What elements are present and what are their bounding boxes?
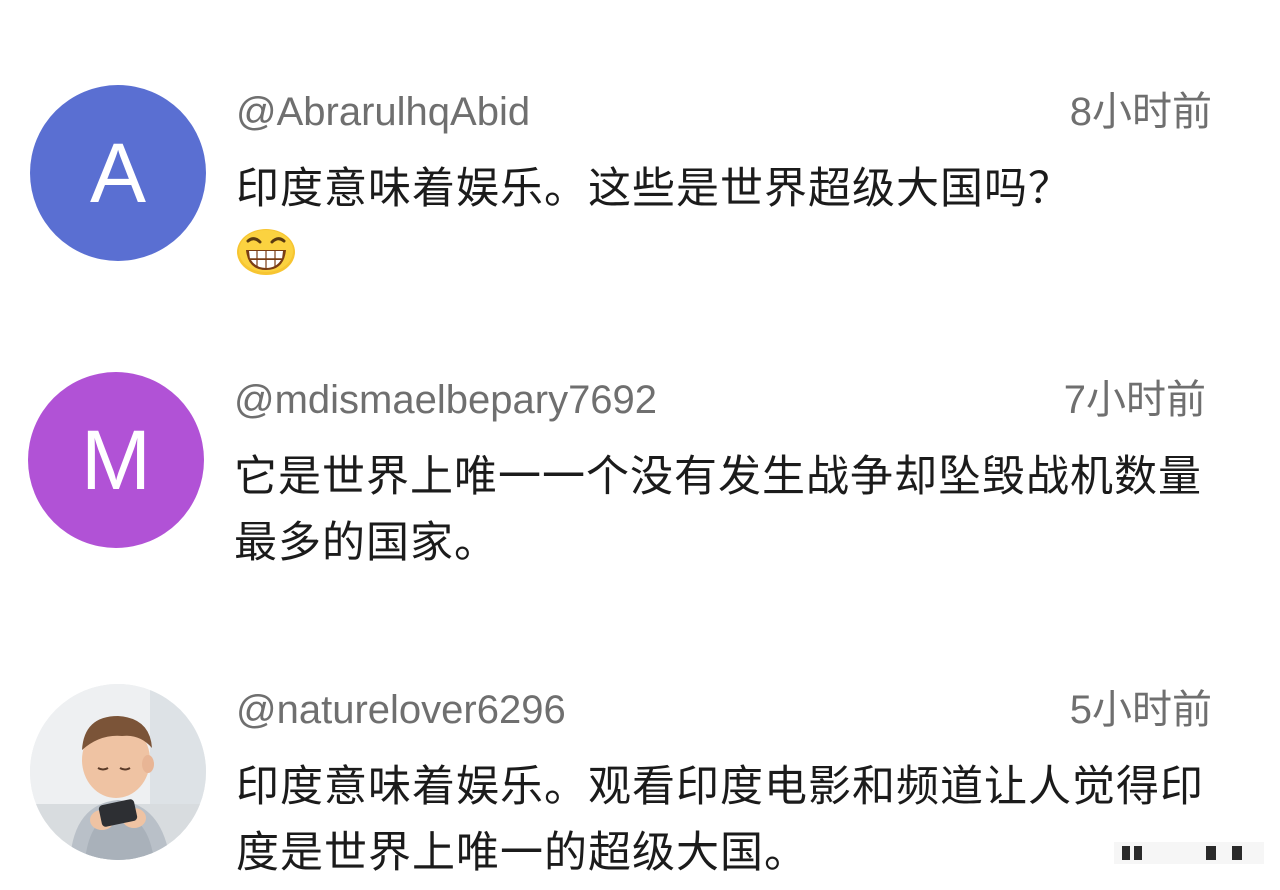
watermark-logo (1114, 842, 1264, 864)
comment-timestamp: 5小时前 (1069, 688, 1212, 732)
comment-text: 印度意味着娱乐。观看印度电影和频道让人觉得印度是世界上唯一的超级大国。 (236, 762, 1204, 878)
comment-text: 它是世界上唯一一个没有发生战争却坠毁战机数量最多的国家。 (234, 452, 1202, 568)
comment-username[interactable]: @mdismaelbepary7692 (234, 380, 657, 420)
comment-username[interactable]: @Abrarulhq​Abid (236, 92, 530, 132)
avatar[interactable] (30, 684, 206, 860)
comment-username[interactable]: @naturelover6296 (236, 690, 566, 730)
avatar[interactable]: A (30, 85, 206, 261)
grinning-squinting-face-icon (237, 229, 295, 275)
comment-text: 印度意味着娱乐。这些是世界超级大国吗？ (236, 164, 1072, 214)
child-photo-image (30, 684, 206, 860)
avatar[interactable]: M (28, 372, 204, 548)
comment-timestamp: 7小时前 (1063, 378, 1206, 422)
comment-timestamp: 8小时前 (1069, 90, 1212, 134)
